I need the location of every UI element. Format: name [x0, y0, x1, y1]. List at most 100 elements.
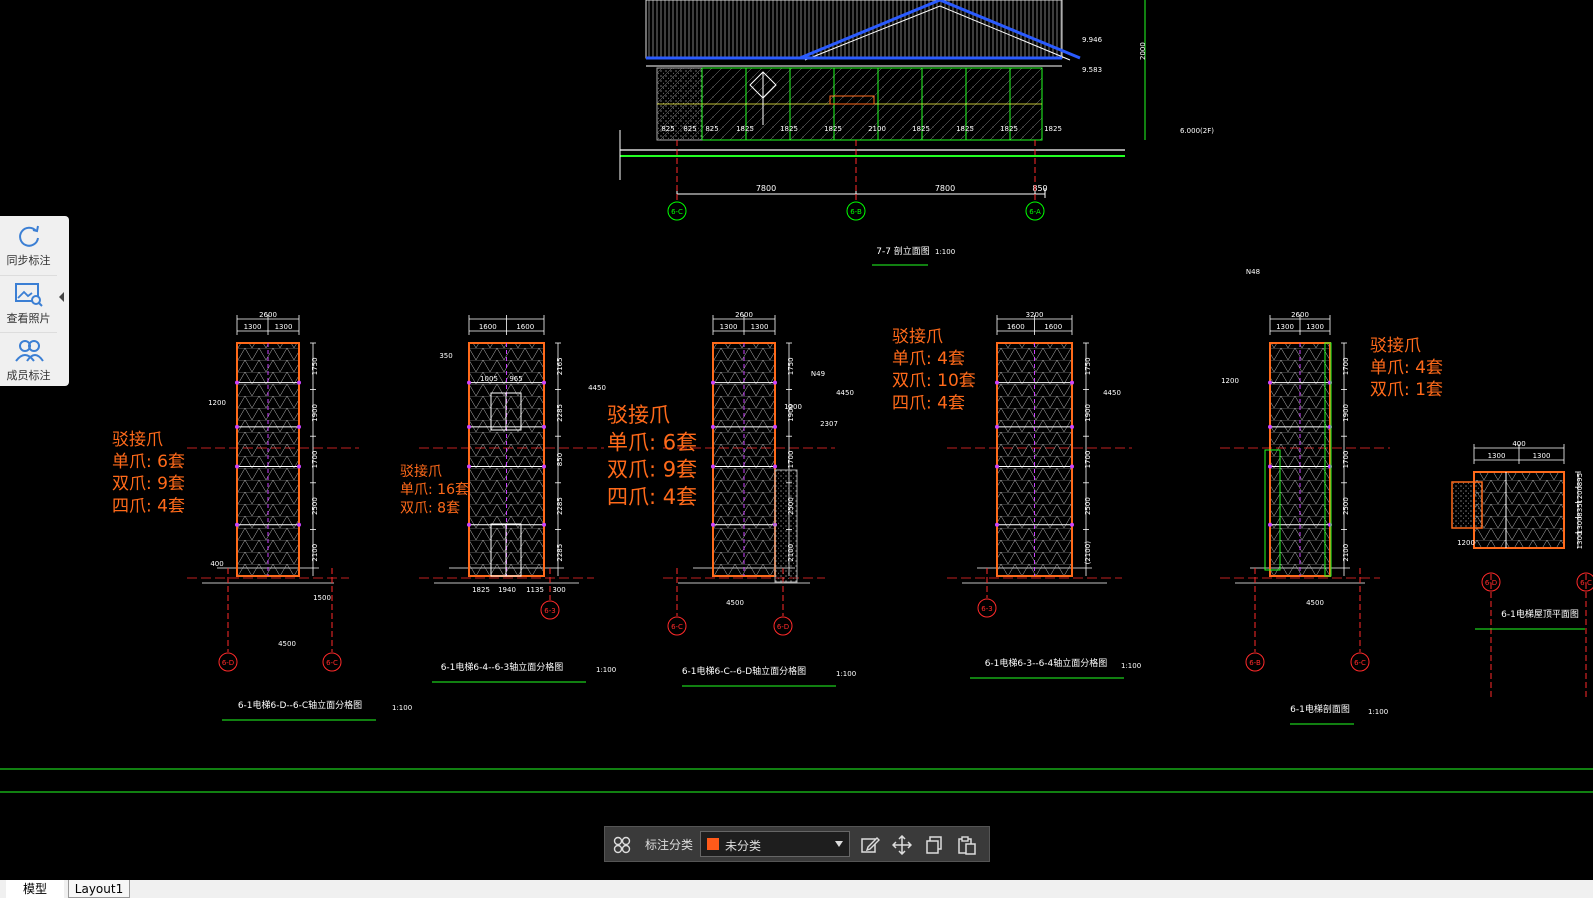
category-select[interactable]: 未分类	[700, 831, 850, 857]
spider-fitting	[711, 380, 715, 385]
dimension-text: 1200	[208, 399, 226, 407]
dimension-text: 2100	[1342, 544, 1350, 562]
spider-fitting	[773, 464, 777, 469]
move-icon[interactable]	[892, 835, 912, 855]
spider-fitting	[1268, 424, 1272, 429]
spider-fitting	[711, 522, 715, 527]
cad-canvas[interactable]: 825 825 825 1825 1825 1825 2100 1825 1825 1825 182…	[0, 0, 1593, 898]
dimension-text: 400	[210, 560, 223, 568]
claw-fitting-note: 驳接爪	[1370, 336, 1421, 356]
dimension-text: 1600	[1007, 323, 1025, 331]
spider-fitting	[235, 380, 239, 385]
dimension-text: 1300	[751, 323, 769, 331]
spider-fitting	[711, 424, 715, 429]
claw-fitting-note: 四爪: 4套	[112, 496, 185, 516]
elevation-title: 6-1电梯6-4--6-3轴立面分格图	[441, 661, 564, 673]
collapse-panel-arrow-icon[interactable]	[59, 292, 64, 302]
elevation-scale: 1:100	[1121, 662, 1141, 670]
sync-annotation-button[interactable]: 同步标注	[0, 218, 57, 274]
dimension-text: 1300	[1306, 323, 1324, 331]
tab-layout1[interactable]: Layout1	[68, 880, 130, 898]
dimension-text: 1300	[720, 323, 738, 331]
spider-fitting	[1070, 424, 1074, 429]
dimension-text: 1200	[1221, 377, 1239, 385]
spider-fitting	[1268, 522, 1272, 527]
claw-fitting-note: 单爪: 6套	[607, 430, 697, 454]
dimension-text: 1200	[1576, 486, 1584, 504]
dimension-text: 1825	[736, 125, 754, 133]
tab-model[interactable]: 模型	[6, 880, 64, 898]
claw-fitting-note: 单爪: 6套	[112, 452, 185, 472]
dimension-text: 2500	[1084, 497, 1092, 515]
view-photo-button[interactable]: 查看照片	[0, 275, 57, 332]
dimension-text: 1825	[956, 125, 974, 133]
dimension-text: 400	[1512, 440, 1525, 448]
view-photo-label: 查看照片	[6, 312, 51, 325]
spider-fitting	[1070, 464, 1074, 469]
dimension-text: 4450	[588, 384, 606, 392]
annotation-side-panel: 同步标注 查看照片 成员标注	[0, 216, 69, 386]
layout-tab-bar: 模型 Layout1	[0, 880, 1593, 898]
category-select-value: 未分类	[725, 839, 762, 853]
roof-opening	[1451, 481, 1483, 529]
elevation-text: 9.583	[1082, 66, 1102, 74]
dimension-text: 1750	[787, 357, 795, 375]
spider-fitting	[467, 464, 471, 469]
axis-label: 6-C	[671, 208, 683, 216]
dimension-text: N49	[811, 370, 825, 378]
edit-icon[interactable]	[860, 835, 880, 855]
elevation-title: 6-1电梯6-C--6-D轴立面分格图	[682, 665, 806, 677]
dimension-text: 7800	[756, 184, 776, 193]
dimension-text: 2100	[868, 125, 886, 133]
chevron-down-icon	[835, 841, 843, 847]
category-color-swatch	[707, 838, 719, 850]
elevation-title: 6-1电梯屋顶平面图	[1501, 608, 1579, 620]
spider-fitting	[235, 424, 239, 429]
paste-icon[interactable]	[957, 835, 977, 855]
dimension-text: 2600	[735, 311, 753, 319]
spider-fitting	[995, 464, 999, 469]
claw-fitting-note: 单爪: 4套	[1370, 358, 1443, 378]
dimension-text: 1700	[1342, 451, 1350, 469]
annotation-toolbar: 标注分类 未分类	[604, 826, 990, 862]
dimension-text: 1135	[526, 586, 544, 594]
dimension-text: 895	[1576, 473, 1584, 486]
axis-label: 6-B	[850, 208, 862, 216]
axis-label: 6-C	[671, 623, 683, 631]
axis-label: 6-D	[777, 623, 789, 631]
spider-fitting	[542, 380, 546, 385]
axis-label: 6-C	[1354, 659, 1366, 667]
dimension-text: 4450	[836, 389, 854, 397]
claw-fitting-note: 单爪: 16套	[400, 482, 469, 498]
dimension-text: 2500	[1342, 497, 1350, 515]
section-title: 7-7 剖立面图	[876, 245, 930, 257]
sync-annotation-label: 同步标注	[6, 254, 51, 267]
dimension-text: 2100	[311, 544, 319, 562]
dimension-text: 2500	[311, 497, 319, 515]
spider-fitting	[773, 424, 777, 429]
photo-search-icon	[14, 283, 43, 307]
axis-label: 6-A	[1029, 208, 1041, 216]
dimension-text: 2600	[1291, 311, 1309, 319]
claw-fitting-note: 双爪: 8套	[400, 500, 460, 516]
dimension-text: 825	[683, 125, 696, 133]
dimension-text: 4500	[1306, 599, 1324, 607]
dimension-text: 825	[705, 125, 718, 133]
spider-fitting	[1268, 464, 1272, 469]
dimension-text: 4500	[278, 640, 296, 648]
elevation-title: 6-1电梯剖面图	[1290, 703, 1350, 715]
axis-label: 6-C	[1580, 579, 1592, 587]
dimension-text: 1825	[1000, 125, 1018, 133]
claw-fitting-note: 双爪: 9套	[112, 474, 185, 494]
dimension-text: 965	[509, 375, 522, 383]
dimension-text: 4450	[1103, 389, 1121, 397]
claw-fitting-note: 双爪: 10套	[892, 371, 976, 391]
member-annotation-button[interactable]: 成员标注	[0, 332, 57, 389]
dimension-text: 3200	[1026, 311, 1044, 319]
spider-fitting	[467, 424, 471, 429]
spider-fitting	[467, 522, 471, 527]
grid-icon[interactable]	[613, 836, 631, 854]
claw-fitting-note: 四爪: 4套	[607, 485, 697, 509]
dimension-text: 1200	[1457, 539, 1475, 547]
copy-icon[interactable]	[924, 835, 944, 855]
